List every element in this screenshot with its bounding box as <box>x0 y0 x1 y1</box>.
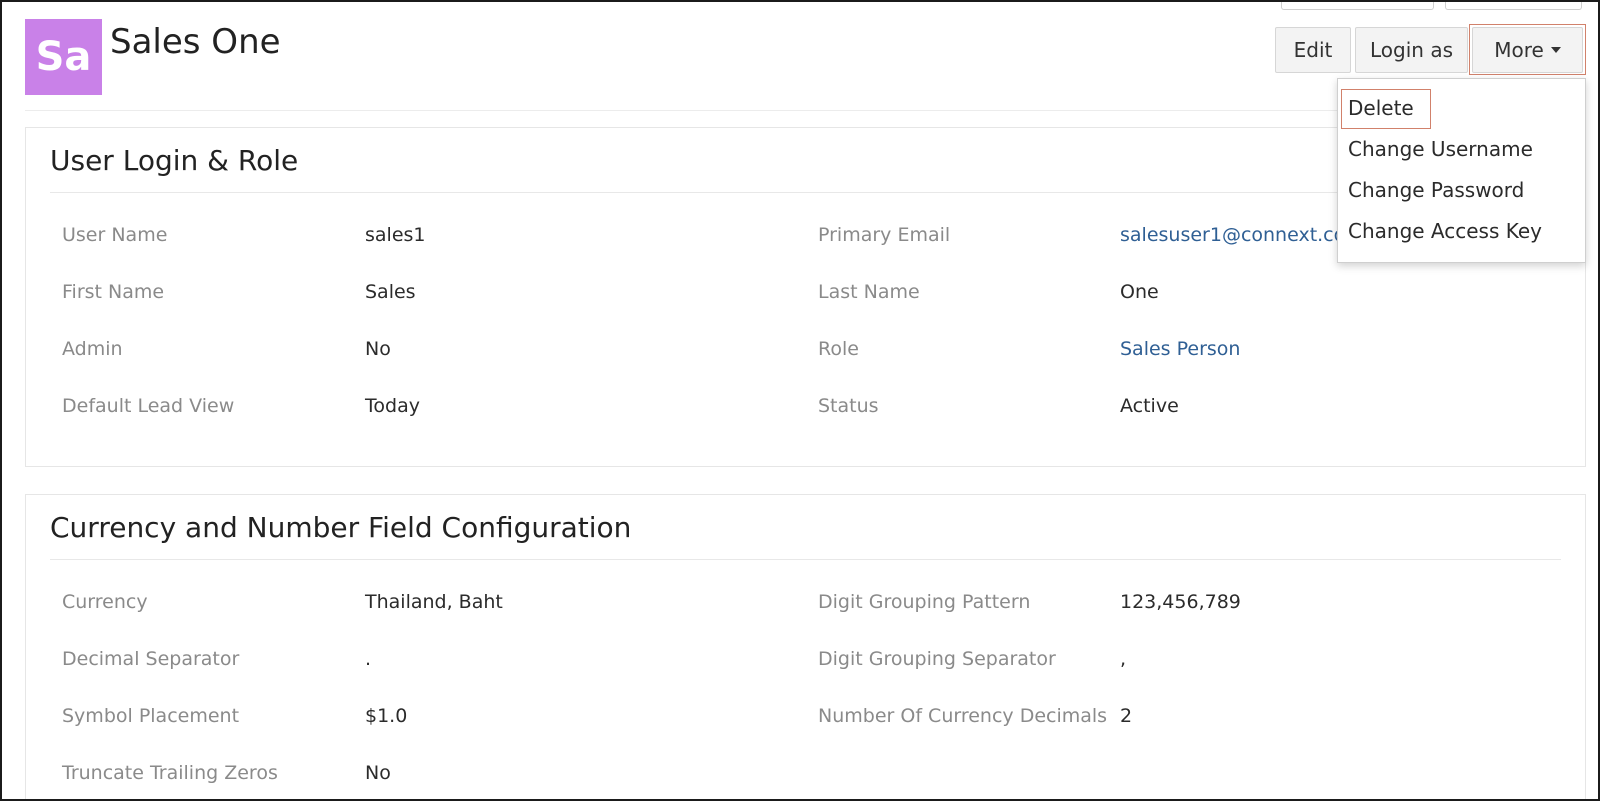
more-dropdown-menu: Delete Change Username Change Password C… <box>1337 78 1586 263</box>
field-value-admin: No <box>365 338 391 360</box>
field-label: Decimal Separator <box>62 648 240 670</box>
field-label: Status <box>818 395 879 417</box>
field-value-currency-decimals: 2 <box>1120 705 1133 727</box>
avatar: Sa <box>25 19 102 95</box>
field-label: Default Lead View <box>62 395 235 417</box>
field-label: Digit Grouping Pattern <box>818 591 1031 613</box>
top-tab-stub-right <box>1445 0 1582 10</box>
menu-item-change-username[interactable]: Change Username <box>1348 137 1533 161</box>
field-label: User Name <box>62 224 168 246</box>
field-label: Currency <box>62 591 148 613</box>
more-button-label: More <box>1494 38 1544 62</box>
field-label: Truncate Trailing Zeros <box>62 762 278 784</box>
menu-item-change-access-key[interactable]: Change Access Key <box>1348 219 1542 243</box>
field-label: Primary Email <box>818 224 951 246</box>
field-label: Role <box>818 338 859 360</box>
caret-down-icon <box>1550 47 1561 53</box>
top-tab-stub-left <box>1281 0 1434 10</box>
field-value-first-name: Sales <box>365 281 416 303</box>
field-label: Number Of Currency Decimals <box>818 705 1108 727</box>
panel-title-user-login-role: User Login & Role <box>50 144 299 177</box>
page-title: Sales One <box>110 22 281 62</box>
field-value-truncate-trailing-zeros: No <box>365 762 391 784</box>
field-value-role[interactable]: Sales Person <box>1120 338 1240 360</box>
panel-title-currency-config: Currency and Number Field Configuration <box>50 511 632 544</box>
field-label: Symbol Placement <box>62 705 240 727</box>
field-value-decimal-separator: . <box>365 648 372 670</box>
field-value-primary-email[interactable]: salesuser1@connext.com <box>1120 224 1364 246</box>
menu-item-change-password[interactable]: Change Password <box>1348 178 1524 202</box>
menu-item-delete[interactable]: Delete <box>1348 96 1414 120</box>
field-label: Digit Grouping Separator <box>818 648 1056 670</box>
field-value-default-lead-view: Today <box>365 395 420 417</box>
edit-button[interactable]: Edit <box>1275 27 1351 73</box>
field-value-symbol-placement: $1.0 <box>365 705 408 727</box>
edit-button-label: Edit <box>1293 38 1333 62</box>
avatar-initials: Sa <box>35 34 92 80</box>
field-label: Admin <box>62 338 123 360</box>
login-as-button[interactable]: Login as <box>1355 27 1468 73</box>
panel-divider <box>50 192 1561 193</box>
field-value-username: sales1 <box>365 224 426 246</box>
field-value-digit-grouping-separator: , <box>1120 648 1127 670</box>
field-value-last-name: One <box>1120 281 1159 303</box>
login-as-button-label: Login as <box>1370 38 1453 62</box>
field-value-status: Active <box>1120 395 1179 417</box>
field-label: Last Name <box>818 281 920 303</box>
field-label: First Name <box>62 281 165 303</box>
currency-config-panel: Currency and Number Field Configuration … <box>25 494 1586 801</box>
field-value-currency: Thailand, Baht <box>365 591 503 613</box>
field-value-digit-grouping-pattern: 123,456,789 <box>1120 591 1241 613</box>
panel-divider <box>50 559 1561 560</box>
more-button[interactable]: More <box>1472 27 1583 73</box>
